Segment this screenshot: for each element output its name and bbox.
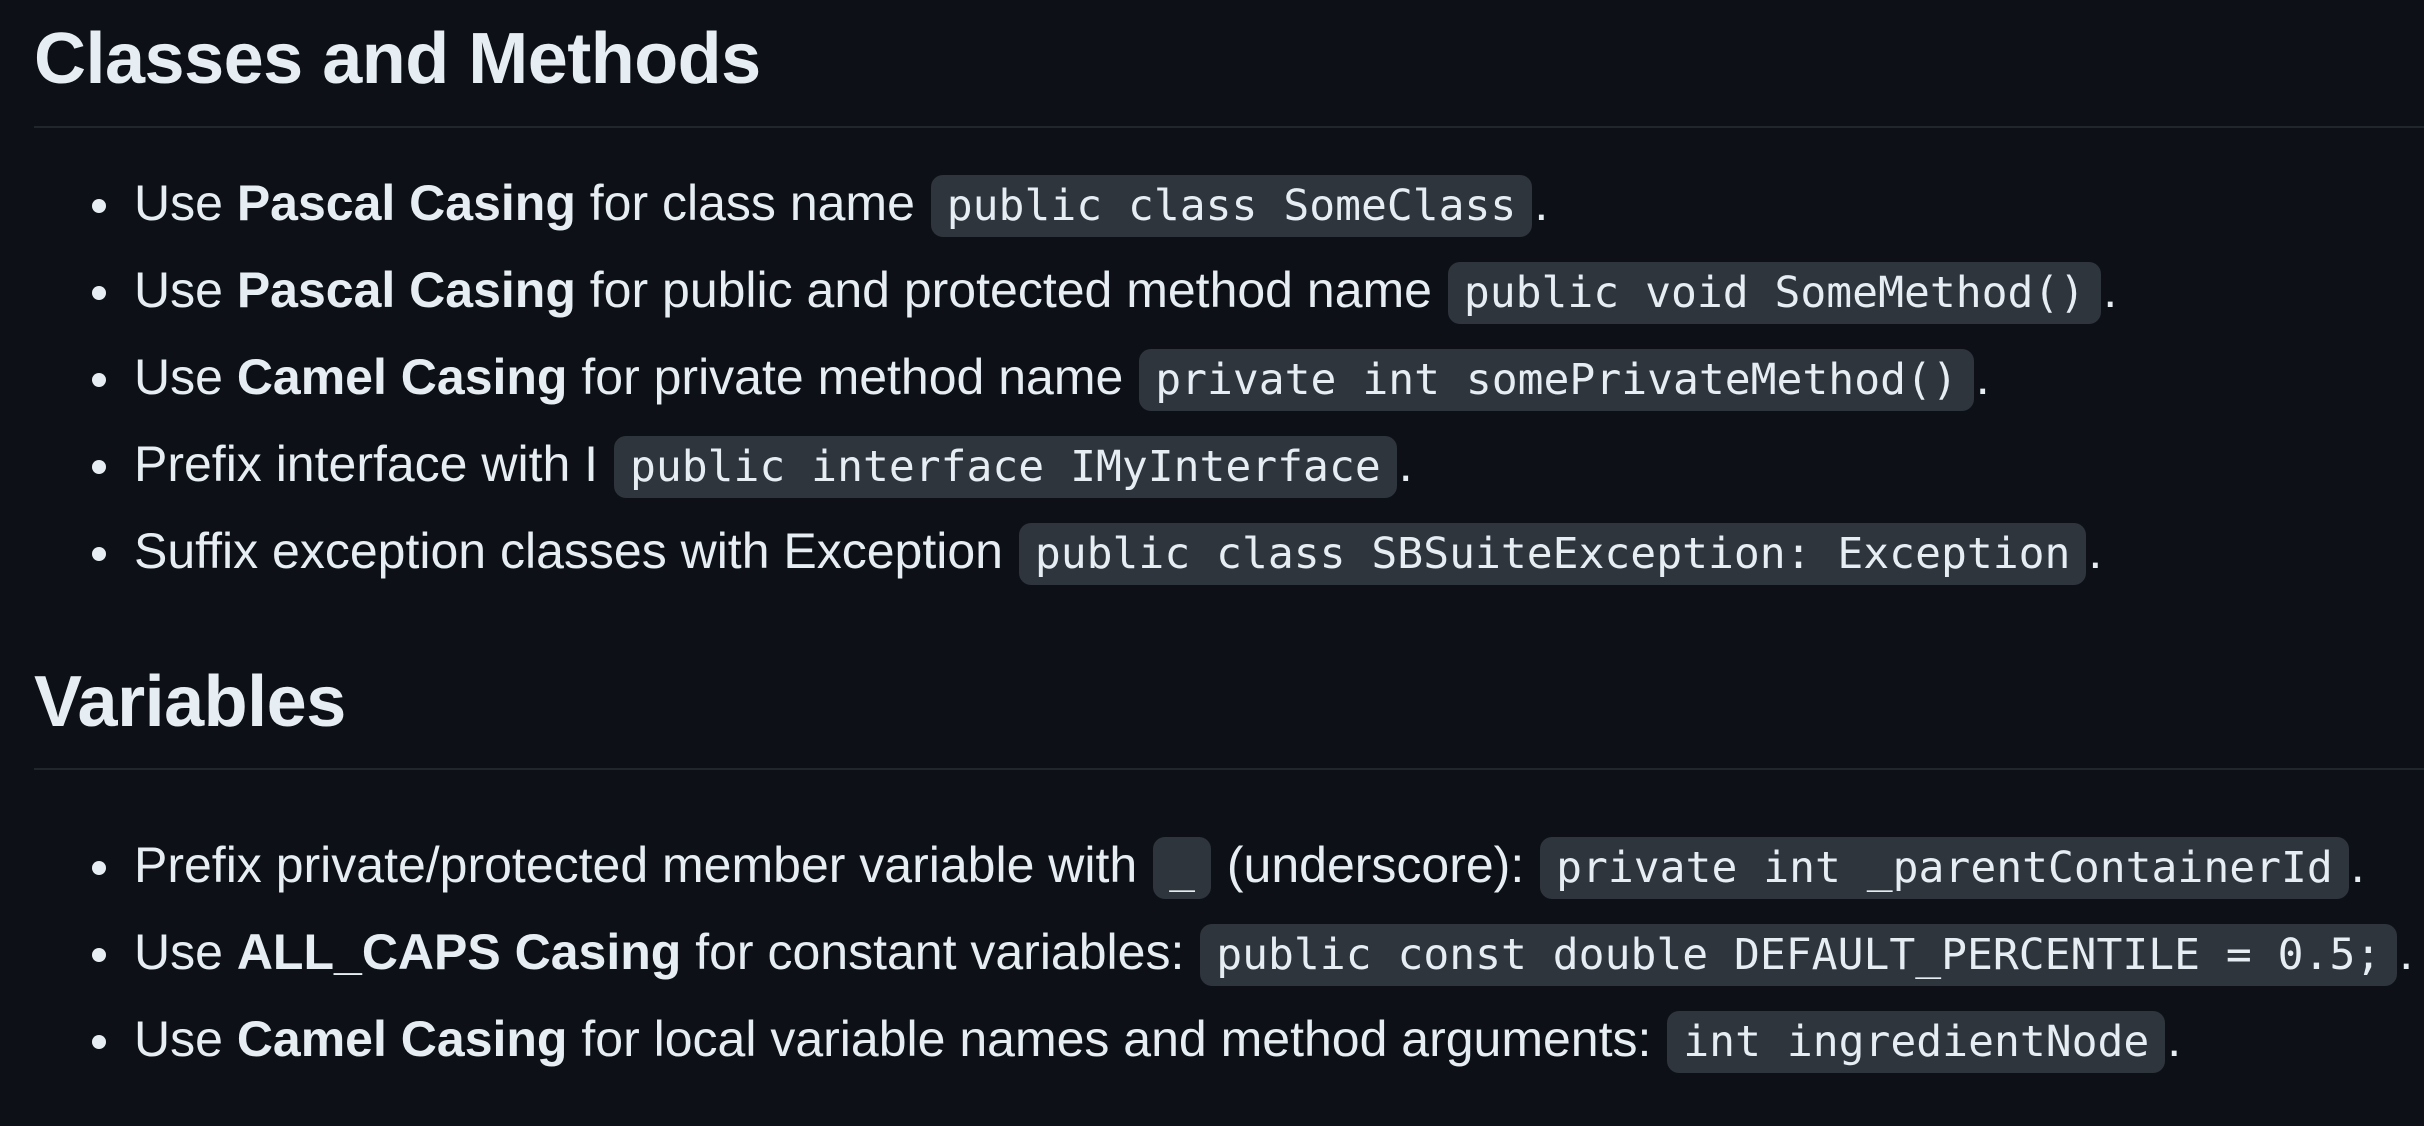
item-punctuation: . xyxy=(1975,349,1990,405)
item-text: for public and protected method name xyxy=(575,262,1446,318)
list-item: Prefix interface with I public interface… xyxy=(34,431,2424,498)
list-item: Suffix exception classes with Exception … xyxy=(34,518,2424,585)
item-text: for private method name xyxy=(567,349,1138,405)
item-punctuation: . xyxy=(1398,436,1413,492)
section-heading: Variables xyxy=(34,662,346,742)
item-text: for constant variables: xyxy=(681,924,1199,980)
item-bold-text: Camel Casing xyxy=(236,349,568,405)
list-item: Use Camel Casing for private method name… xyxy=(34,344,2424,411)
item-text: Use xyxy=(134,1011,237,1067)
inline-code: private int somePrivateMethod() xyxy=(1139,349,1974,411)
inline-code: public const double DEFAULT_PERCENTILE =… xyxy=(1200,924,2398,986)
item-text: Prefix private/protected member variable… xyxy=(134,837,1152,893)
inline-code: public class SBSuiteException: Exception xyxy=(1018,523,2087,585)
item-text: for local variable names and method argu… xyxy=(567,1011,1666,1067)
markdown-document: Classes and Methods Use Pascal Casing fo… xyxy=(34,0,2424,1093)
inline-code: private int _parentContainerId xyxy=(1540,837,2349,899)
section-variables: Variables Prefix private/protected membe… xyxy=(34,662,2424,1073)
item-text: for class name xyxy=(575,175,929,231)
item-text: (underscore): xyxy=(1212,837,1539,893)
inline-code: public void SomeMethod() xyxy=(1447,262,2102,324)
item-bold-text: Pascal Casing xyxy=(236,175,576,231)
list-item: Use Pascal Casing for class name public … xyxy=(34,170,2424,237)
item-text: Suffix exception classes with Exception xyxy=(134,523,1017,579)
list-item: Prefix private/protected member variable… xyxy=(34,832,2424,899)
heading-divider xyxy=(34,126,2424,128)
list-item: Use Pascal Casing for public and protect… xyxy=(34,257,2424,324)
item-punctuation: . xyxy=(2088,523,2103,579)
heading-divider xyxy=(34,768,2424,770)
item-punctuation: . xyxy=(1534,175,1549,231)
list-item: Use ALL_CAPS Casing for constant variabl… xyxy=(34,919,2424,986)
item-text: Use xyxy=(134,262,237,318)
list-item: Use Camel Casing for local variable name… xyxy=(34,1006,2424,1073)
item-punctuation: . xyxy=(2350,837,2365,893)
item-punctuation: . xyxy=(2103,262,2118,318)
item-bold-text: Camel Casing xyxy=(236,1011,568,1067)
item-bold-text: Pascal Casing xyxy=(236,262,576,318)
bullet-list: Prefix private/protected member variable… xyxy=(34,832,2424,1073)
section-heading: Classes and Methods xyxy=(34,19,761,99)
item-text: Use xyxy=(134,924,237,980)
bullet-list: Use Pascal Casing for class name public … xyxy=(34,170,2424,585)
item-punctuation: . xyxy=(2167,1011,2182,1067)
inline-code: public class SomeClass xyxy=(930,175,1533,237)
inline-code: int ingredientNode xyxy=(1667,1011,2166,1073)
item-punctuation: . xyxy=(2399,924,2414,980)
inline-code: public interface IMyInterface xyxy=(613,436,1397,498)
item-bold-text: ALL_CAPS Casing xyxy=(236,924,682,980)
section-classes-and-methods: Classes and Methods Use Pascal Casing fo… xyxy=(34,0,2424,585)
item-text: Use xyxy=(134,349,237,405)
inline-code: _ xyxy=(1153,837,1211,899)
item-text: Use xyxy=(134,175,237,231)
item-text: Prefix interface with I xyxy=(134,436,612,492)
